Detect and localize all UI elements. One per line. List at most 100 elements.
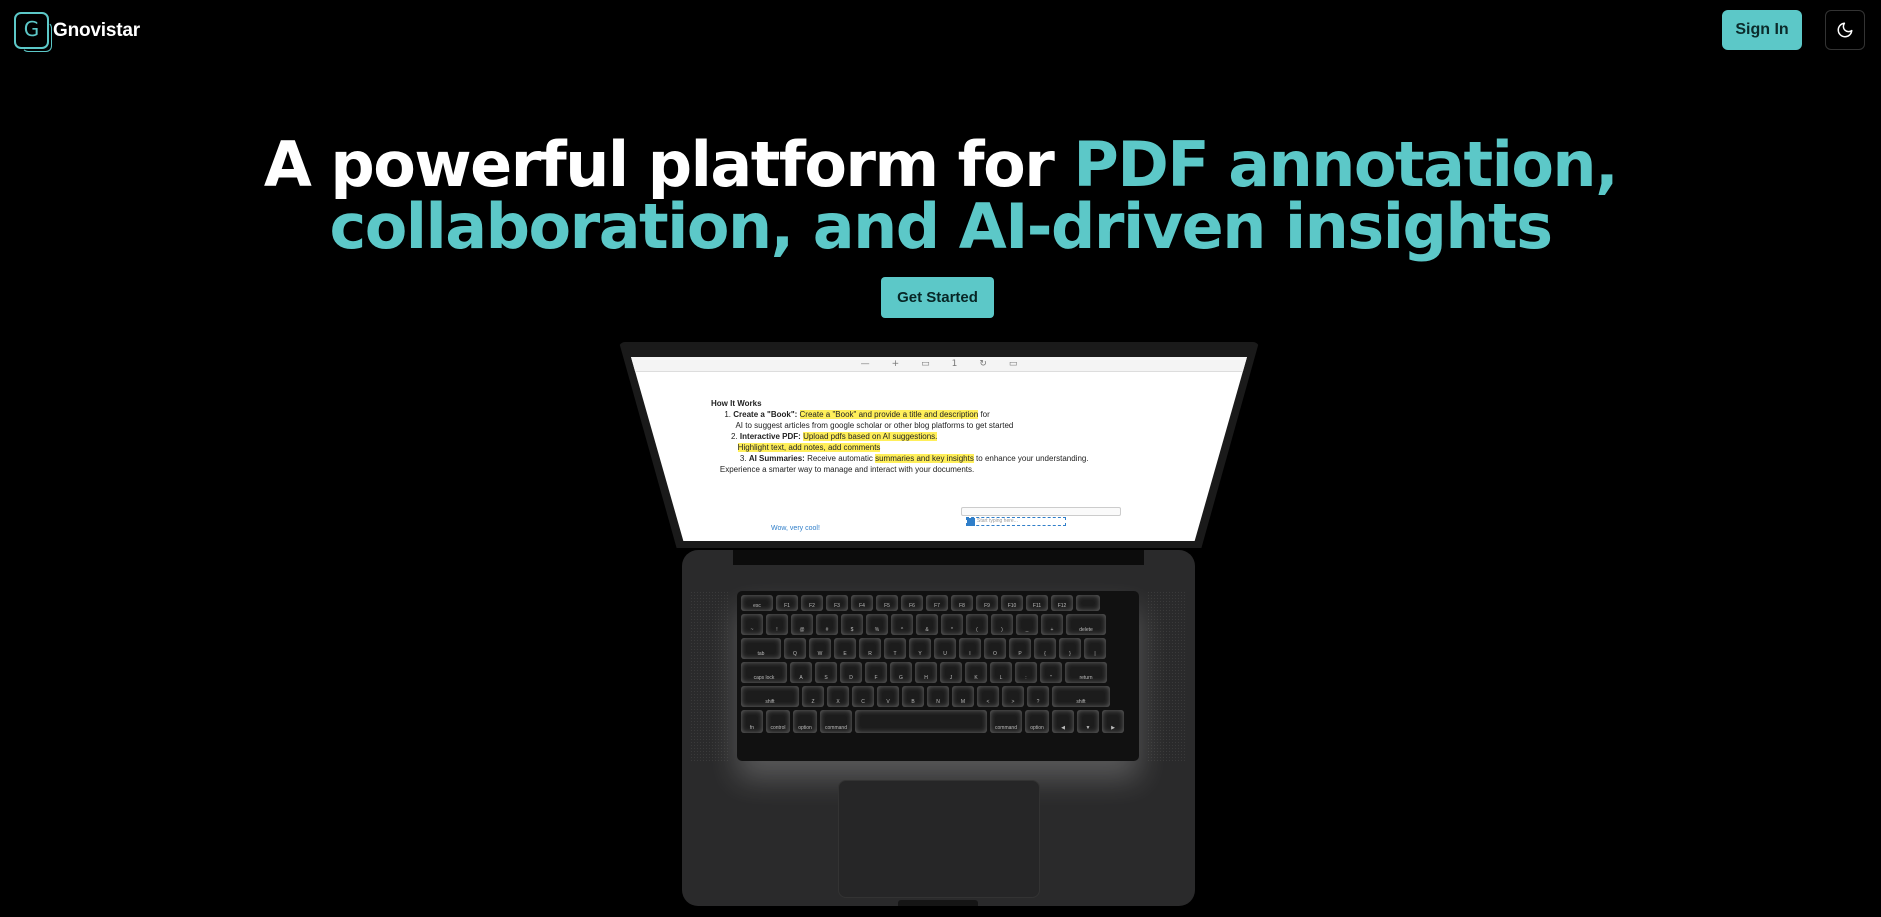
keyboard-key: X (827, 686, 849, 707)
keyboard-row: esc F1 F2 F3 F4 F5 F6 F7 F8 F9 F10 F11 F12 (741, 595, 1135, 611)
doc-link: Wow, very cool! (771, 525, 820, 532)
keyboard-key: return (1065, 662, 1107, 683)
keyboard-key: N (927, 686, 949, 707)
keyboard-key: F7 (926, 595, 948, 611)
pdf-toolbar: — + ▭ 1 ↻ ▭ (631, 357, 1247, 372)
keyboard-key: F1 (776, 595, 798, 611)
keyboard-key: % (866, 614, 888, 635)
keyboard-key: T (884, 638, 906, 659)
keyboard-key: * (941, 614, 963, 635)
keyboard-key: ^ (891, 614, 913, 635)
keyboard-key: P (1009, 638, 1031, 659)
keyboard-key: control (766, 710, 790, 733)
trackpad (838, 780, 1040, 898)
logo-letter: G (23, 17, 40, 41)
keyboard-key: tab (741, 638, 781, 659)
keyboard-row: caps lock A S D F G H J K L: " return (741, 662, 1135, 683)
keyboard-key: J (940, 662, 962, 683)
keyboard-key: B (902, 686, 924, 707)
keyboard-key: L (990, 662, 1012, 683)
keyboard-key: shift (741, 686, 799, 707)
logo[interactable]: G Gnovistar (14, 12, 140, 52)
keyboard-key: } (1059, 638, 1081, 659)
keyboard-key: U (934, 638, 956, 659)
keyboard-key: > (1002, 686, 1024, 707)
laptop-illustration: — + ▭ 1 ↻ ▭ How It Works 1. Create a "Bo… (619, 342, 1259, 917)
keyboard-key: option (793, 710, 817, 733)
keyboard: esc F1 F2 F3 F4 F5 F6 F7 F8 F9 F10 F11 F12 ~! @ # $% ^ & *(… (737, 591, 1139, 761)
keyboard-row: tab Q W E R T Y U I O P{} | (741, 638, 1135, 659)
speaker-grille-left (690, 591, 730, 761)
keyboard-key: & (916, 614, 938, 635)
doc-closing: Experience a smarter way to manage and i… (719, 465, 975, 474)
keyboard-key: ! (766, 614, 788, 635)
page-input: 1 (951, 359, 958, 369)
keyboard-key: Z (802, 686, 824, 707)
doc-line: Highlight text, add notes, add comments (737, 443, 881, 452)
keyboard-key: C (852, 686, 874, 707)
keyboard-key: { (1034, 638, 1056, 659)
moon-icon (1837, 22, 1853, 38)
keyboard-key (855, 710, 987, 733)
keyboard-key: $ (841, 614, 863, 635)
rotate-icon: ↻ (979, 359, 987, 369)
keyboard-key: O (984, 638, 1006, 659)
laptop-screen: — + ▭ 1 ↻ ▭ How It Works 1. Create a "Bo… (631, 357, 1247, 541)
keyboard-key: S (815, 662, 837, 683)
keyboard-key: _ (1016, 614, 1038, 635)
keyboard-key (1076, 595, 1100, 611)
keyboard-key: < (977, 686, 999, 707)
print-icon: ▭ (1008, 359, 1018, 369)
doc-line: 1. Create a "Book": Create a "Book" and … (724, 410, 990, 419)
keyboard-key: M (952, 686, 974, 707)
keyboard-key: D (840, 662, 862, 683)
keyboard-row: fn control option command command option ◀ ▼ ▶ (741, 710, 1135, 733)
sign-in-button[interactable]: Sign In (1722, 10, 1802, 50)
keyboard-key: F5 (876, 595, 898, 611)
keyboard-key: F8 (951, 595, 973, 611)
keyboard-key: R (859, 638, 881, 659)
annotation-toolbar (961, 507, 1121, 516)
annotation-input: Start typing here... (966, 517, 1066, 526)
fit-icon: ▭ (921, 359, 930, 369)
keyboard-key: F2 (801, 595, 823, 611)
keyboard-key: W (809, 638, 831, 659)
keyboard-key: | (1084, 638, 1106, 659)
theme-toggle-button[interactable] (1825, 10, 1865, 50)
keyboard-key: command (990, 710, 1022, 733)
keyboard-key: G (890, 662, 912, 683)
keyboard-key: ◀ (1052, 710, 1074, 733)
keyboard-key: ▶ (1102, 710, 1124, 733)
get-started-button[interactable]: Get Started (881, 277, 994, 318)
keyboard-key: F10 (1001, 595, 1023, 611)
keyboard-key: E (834, 638, 856, 659)
brand-name: Gnovistar (53, 19, 140, 41)
lid-notch (898, 900, 978, 906)
keyboard-key: Q (784, 638, 806, 659)
keyboard-key: I (959, 638, 981, 659)
keyboard-key: H (915, 662, 937, 683)
keyboard-key: F (865, 662, 887, 683)
keyboard-key: F6 (901, 595, 923, 611)
doc-heading: How It Works (711, 399, 762, 408)
keyboard-key: ) (991, 614, 1013, 635)
keyboard-key: : (1015, 662, 1037, 683)
site-header: G Gnovistar Sign In (0, 0, 1881, 60)
keyboard-key: " (1040, 662, 1062, 683)
keyboard-key: F11 (1026, 595, 1048, 611)
keyboard-key: F4 (851, 595, 873, 611)
doc-line: AI to suggest articles from google schol… (735, 421, 1014, 430)
keyboard-key: + (1041, 614, 1063, 635)
keyboard-key: option (1025, 710, 1049, 733)
keyboard-key: fn (741, 710, 763, 733)
keyboard-key: @ (791, 614, 813, 635)
keyboard-row: shift Z X C V B N M < >? shift (741, 686, 1135, 707)
keyboard-key: F9 (976, 595, 998, 611)
keyboard-key: Y (909, 638, 931, 659)
keyboard-key: # (816, 614, 838, 635)
keyboard-key: delete (1066, 614, 1106, 635)
keyboard-key: esc (741, 595, 773, 611)
keyboard-key: ~ (741, 614, 763, 635)
speaker-grille-right (1147, 591, 1187, 761)
logo-mark-icon: G (14, 12, 52, 52)
